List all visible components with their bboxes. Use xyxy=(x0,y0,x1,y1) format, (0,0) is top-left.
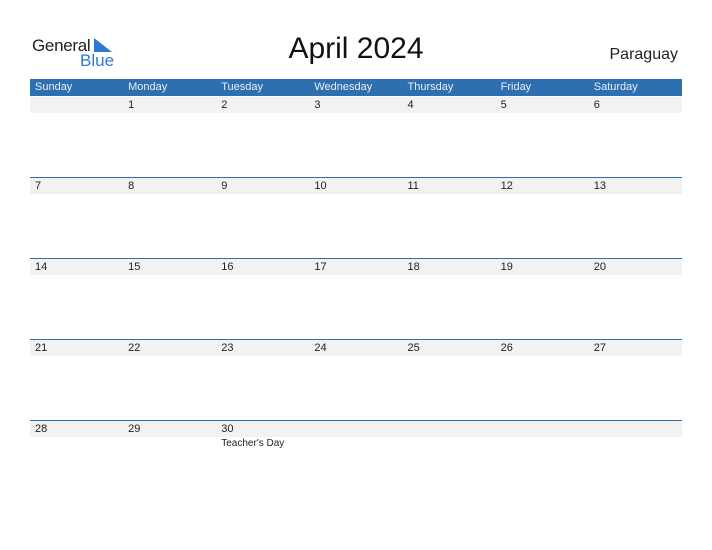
holiday-event xyxy=(496,356,589,357)
day-number xyxy=(309,421,402,437)
week-row: 14 15 16 17 18 19 20 xyxy=(30,258,682,276)
page-title: April 2024 xyxy=(288,32,424,65)
day-number: 20 xyxy=(593,261,606,273)
day-number: 17 xyxy=(314,261,327,273)
holiday-event xyxy=(309,275,402,276)
day-number: 23 xyxy=(221,342,234,354)
day-number: 8 xyxy=(128,180,135,192)
day-number: 10 xyxy=(314,180,327,192)
week-events xyxy=(30,113,682,114)
week-row: 7 8 9 10 11 12 13 xyxy=(30,177,682,195)
day-number: 2 xyxy=(221,99,228,111)
weekday-saturday: Saturday xyxy=(593,81,638,93)
week-date-bar: 14 15 16 17 18 19 20 xyxy=(30,258,682,275)
day-number: 13 xyxy=(593,180,606,192)
holiday-event xyxy=(30,356,123,357)
holiday-event xyxy=(589,275,682,276)
day-number: 9 xyxy=(221,180,228,192)
holiday-event xyxy=(30,194,123,195)
day-number: 6 xyxy=(593,99,600,111)
day-number: 21 xyxy=(35,342,48,354)
week-row: 1 2 3 4 5 6 xyxy=(30,97,682,114)
day-number: 27 xyxy=(593,342,606,354)
holiday-event xyxy=(216,113,309,114)
weekday-sunday: Sunday xyxy=(35,81,73,93)
country-label: Paraguay xyxy=(609,46,679,63)
holiday-event xyxy=(589,194,682,195)
day-number: 24 xyxy=(314,342,327,354)
holiday-event xyxy=(30,437,123,449)
holiday-event xyxy=(123,194,216,195)
week-events xyxy=(30,356,682,357)
holiday-event xyxy=(403,437,496,449)
day-number: 22 xyxy=(128,342,141,354)
day-number: 12 xyxy=(500,180,513,192)
week-events xyxy=(30,275,682,276)
day-number: 3 xyxy=(314,99,321,111)
holiday-event xyxy=(216,356,309,357)
holiday-event xyxy=(216,194,309,195)
week-date-bar: 21 22 23 24 25 26 27 xyxy=(30,339,682,356)
day-number xyxy=(496,421,589,437)
holiday-event xyxy=(589,356,682,357)
week-events: Teacher's Day xyxy=(30,437,682,449)
holiday-event: Teacher's Day xyxy=(221,438,285,449)
weekday-wednesday: Wednesday xyxy=(314,81,373,93)
day-number: 29 xyxy=(128,423,141,435)
day-number xyxy=(589,421,682,437)
week-row: 21 22 23 24 25 26 27 xyxy=(30,339,682,357)
holiday-event xyxy=(589,437,682,449)
holiday-event xyxy=(30,113,123,114)
week-date-bar: 1 2 3 4 5 6 xyxy=(30,97,682,113)
day-number: 15 xyxy=(128,261,141,273)
holiday-event xyxy=(496,194,589,195)
week-date-bar: 7 8 9 10 11 12 13 xyxy=(30,177,682,194)
weekday-monday: Monday xyxy=(128,81,168,93)
holiday-event xyxy=(403,113,496,114)
day-number: 14 xyxy=(35,261,48,273)
holiday-event xyxy=(309,194,402,195)
day-number: 18 xyxy=(407,261,420,273)
week-row: 28 29 30 Teacher's Day xyxy=(30,420,682,449)
weekday-friday: Friday xyxy=(500,81,532,93)
holiday-event xyxy=(589,113,682,114)
holiday-event xyxy=(123,356,216,357)
holiday-event xyxy=(496,113,589,114)
day-number: 30 xyxy=(221,423,234,435)
day-number: 26 xyxy=(500,342,513,354)
day-number: 28 xyxy=(35,423,48,435)
holiday-event xyxy=(123,113,216,114)
holiday-event xyxy=(403,356,496,357)
week-date-bar: 28 29 30 xyxy=(30,420,682,437)
day-number: 7 xyxy=(35,180,42,192)
day-number: 1 xyxy=(128,99,135,111)
day-number: 11 xyxy=(407,180,419,192)
day-number xyxy=(403,421,496,437)
weekday-tuesday: Tuesday xyxy=(221,81,264,93)
weekday-header: Sunday Monday Tuesday Wednesday Thursday… xyxy=(30,79,682,96)
holiday-event xyxy=(496,275,589,276)
day-number: 25 xyxy=(407,342,420,354)
holiday-event xyxy=(309,437,402,449)
holiday-event xyxy=(403,194,496,195)
holiday-event xyxy=(123,275,216,276)
holiday-event xyxy=(309,113,402,114)
holiday-event xyxy=(123,437,216,449)
holiday-event xyxy=(403,275,496,276)
holiday-event xyxy=(496,437,589,449)
day-number: 4 xyxy=(407,99,414,111)
week-events xyxy=(30,194,682,195)
holiday-event xyxy=(309,356,402,357)
weekday-thursday: Thursday xyxy=(407,81,454,93)
day-number: 19 xyxy=(500,261,513,273)
holiday-event xyxy=(30,275,123,276)
day-number xyxy=(30,97,123,113)
day-number: 5 xyxy=(500,99,507,111)
day-number: 16 xyxy=(221,261,234,273)
holiday-event xyxy=(216,275,309,276)
